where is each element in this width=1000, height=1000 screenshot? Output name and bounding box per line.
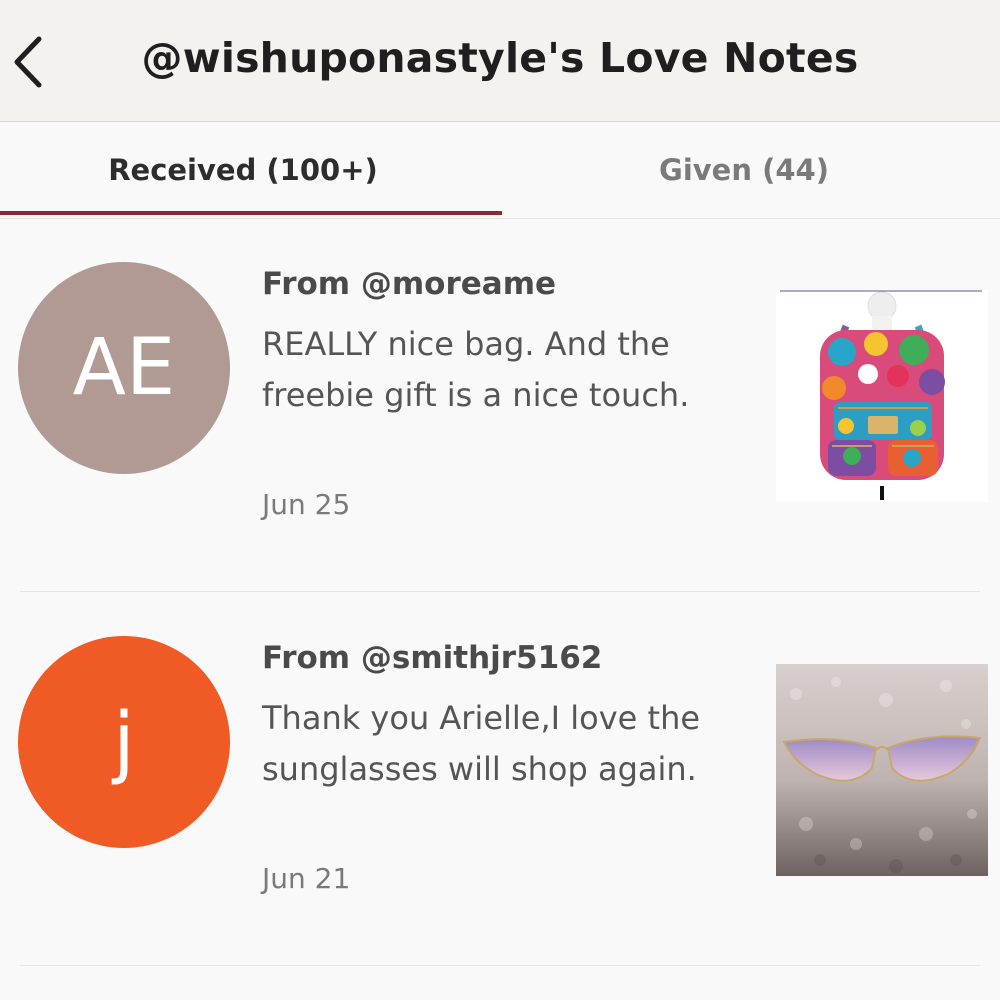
tab-received[interactable]: Received (100+) xyxy=(0,122,500,218)
note-date: Jun 25 xyxy=(262,488,351,521)
note-sender[interactable]: From @smithjr5162 xyxy=(262,640,602,676)
avatar[interactable]: AE xyxy=(18,262,230,474)
backpack-image xyxy=(776,290,988,502)
love-notes-screen: @wishuponastyle's Love Notes Received (1… xyxy=(0,0,1000,1000)
chevron-left-icon xyxy=(14,36,42,88)
listing-thumbnail-backpack[interactable] xyxy=(776,290,988,502)
note-sender[interactable]: From @moreame xyxy=(262,266,556,302)
note-message: REALLY nice bag. And the freebie gift is… xyxy=(262,325,690,414)
page-title: @wishuponastyle's Love Notes xyxy=(141,34,859,82)
love-note-item[interactable]: AE From @moreame REALLY nice bag. And th… xyxy=(0,218,1000,592)
app-header: @wishuponastyle's Love Notes xyxy=(0,0,1000,122)
tab-bar: Received (100+) Given (44) xyxy=(0,122,1000,219)
love-note-item[interactable]: j From @smithjr5162 Thank you Arielle,I … xyxy=(0,592,1000,966)
back-button[interactable] xyxy=(6,30,50,94)
avatar[interactable]: j xyxy=(18,636,230,848)
tab-given[interactable]: Given (44) xyxy=(500,122,1000,218)
note-date: Jun 21 xyxy=(262,862,351,895)
listing-thumbnail-sunglasses[interactable] xyxy=(776,664,988,876)
sunglasses-image xyxy=(776,664,988,876)
active-tab-indicator xyxy=(0,211,502,215)
note-message: Thank you Arielle,I love the sunglasses … xyxy=(262,699,701,788)
divider xyxy=(20,965,980,966)
